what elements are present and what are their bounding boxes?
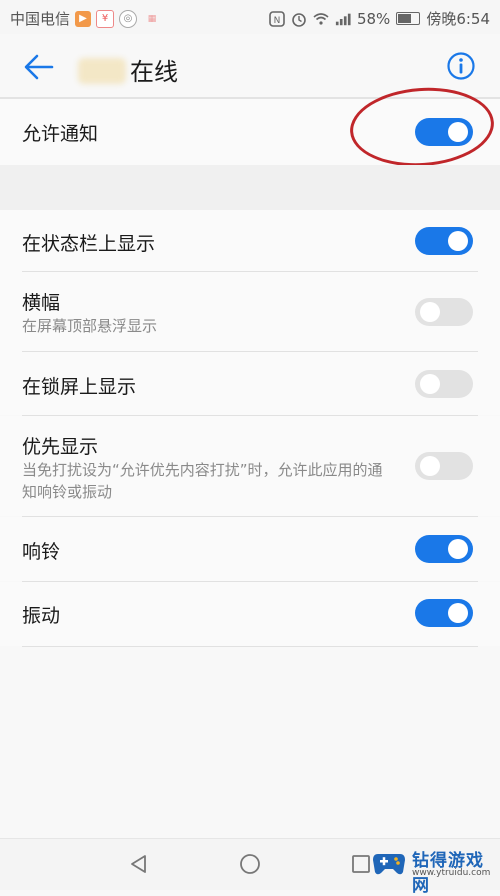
app-circle-icon: ◎ xyxy=(119,9,138,28)
back-arrow-icon[interactable] xyxy=(22,52,56,82)
divider xyxy=(22,646,478,647)
setting-row-vibrate[interactable]: 振动 xyxy=(0,582,500,646)
status-bar: 中国电信 ▶ ¥ ◎ ▦ N 58% 傍晚6:54 xyxy=(0,0,500,34)
battery-percent: 58% xyxy=(356,9,391,28)
setting-description: 在屏幕顶部悬浮显示 xyxy=(22,317,158,335)
vibrate-toggle[interactable] xyxy=(415,599,473,627)
setting-label: 在锁屏上显示 xyxy=(22,376,137,398)
setting-row-ringtone[interactable]: 响铃 xyxy=(0,517,500,581)
carrier-label: 中国电信 xyxy=(10,10,71,28)
nfc-icon: N xyxy=(269,10,285,27)
allow-notifications-label: 允许通知 xyxy=(22,123,99,145)
nav-back-icon[interactable] xyxy=(128,853,150,875)
nav-recent-icon[interactable] xyxy=(350,853,372,875)
setting-label: 在状态栏上显示 xyxy=(22,233,156,255)
setting-label: 优先显示 xyxy=(22,436,99,458)
setting-row-lock-screen[interactable]: 在锁屏上显示 xyxy=(0,352,500,415)
priority-toggle[interactable] xyxy=(415,452,473,480)
section-gap xyxy=(0,165,500,210)
svg-text:N: N xyxy=(274,16,281,26)
battery-icon xyxy=(396,12,421,25)
video-app-icon: ▶ xyxy=(75,10,92,27)
wifi-icon xyxy=(313,12,329,25)
page-title: 在线 xyxy=(78,52,178,87)
site-watermark: 钻得游戏网 www.ytruidu.com xyxy=(372,842,498,896)
ringtone-toggle[interactable] xyxy=(415,535,473,563)
setting-row-priority[interactable]: 优先显示 当免打扰设为“允许优先内容打扰”时，允许此应用的通知响铃或振动 xyxy=(0,416,500,516)
alarm-icon xyxy=(292,12,306,27)
watermark-url: www.ytruidu.com xyxy=(412,868,491,878)
lock-screen-toggle[interactable] xyxy=(415,370,473,398)
banner-toggle[interactable] xyxy=(415,298,473,326)
allow-notifications-row[interactable]: 允许通知 xyxy=(0,99,500,165)
status-right: N 58% 傍晚6:54 xyxy=(269,8,490,29)
info-icon[interactable] xyxy=(446,51,476,81)
app-header: 在线 xyxy=(0,34,500,98)
signal-icon xyxy=(335,13,351,25)
yuan-app-icon: ¥ xyxy=(96,9,115,28)
clock: 傍晚6:54 xyxy=(426,10,490,28)
gamepad-logo-icon xyxy=(373,854,405,875)
setting-label: 响铃 xyxy=(22,541,61,563)
setting-row-banner[interactable]: 横幅 在屏幕顶部悬浮显示 xyxy=(0,272,500,352)
setting-row-status-bar[interactable]: 在状态栏上显示 xyxy=(0,210,500,272)
setting-label: 振动 xyxy=(22,605,61,627)
app-misc-icon: ▦ xyxy=(147,13,157,24)
status-bar-toggle[interactable] xyxy=(415,227,473,255)
redacted-app-name xyxy=(78,58,126,84)
page-title-text: 在线 xyxy=(130,58,178,86)
status-left: 中国电信 ▶ ¥ ◎ ▦ xyxy=(10,8,162,29)
setting-description: 当免打扰设为“允许优先内容打扰”时，允许此应用的通知响铃或振动 xyxy=(22,461,383,501)
allow-notifications-toggle[interactable] xyxy=(415,118,473,146)
nav-home-icon[interactable] xyxy=(239,853,261,875)
setting-label: 横幅 xyxy=(22,292,61,314)
